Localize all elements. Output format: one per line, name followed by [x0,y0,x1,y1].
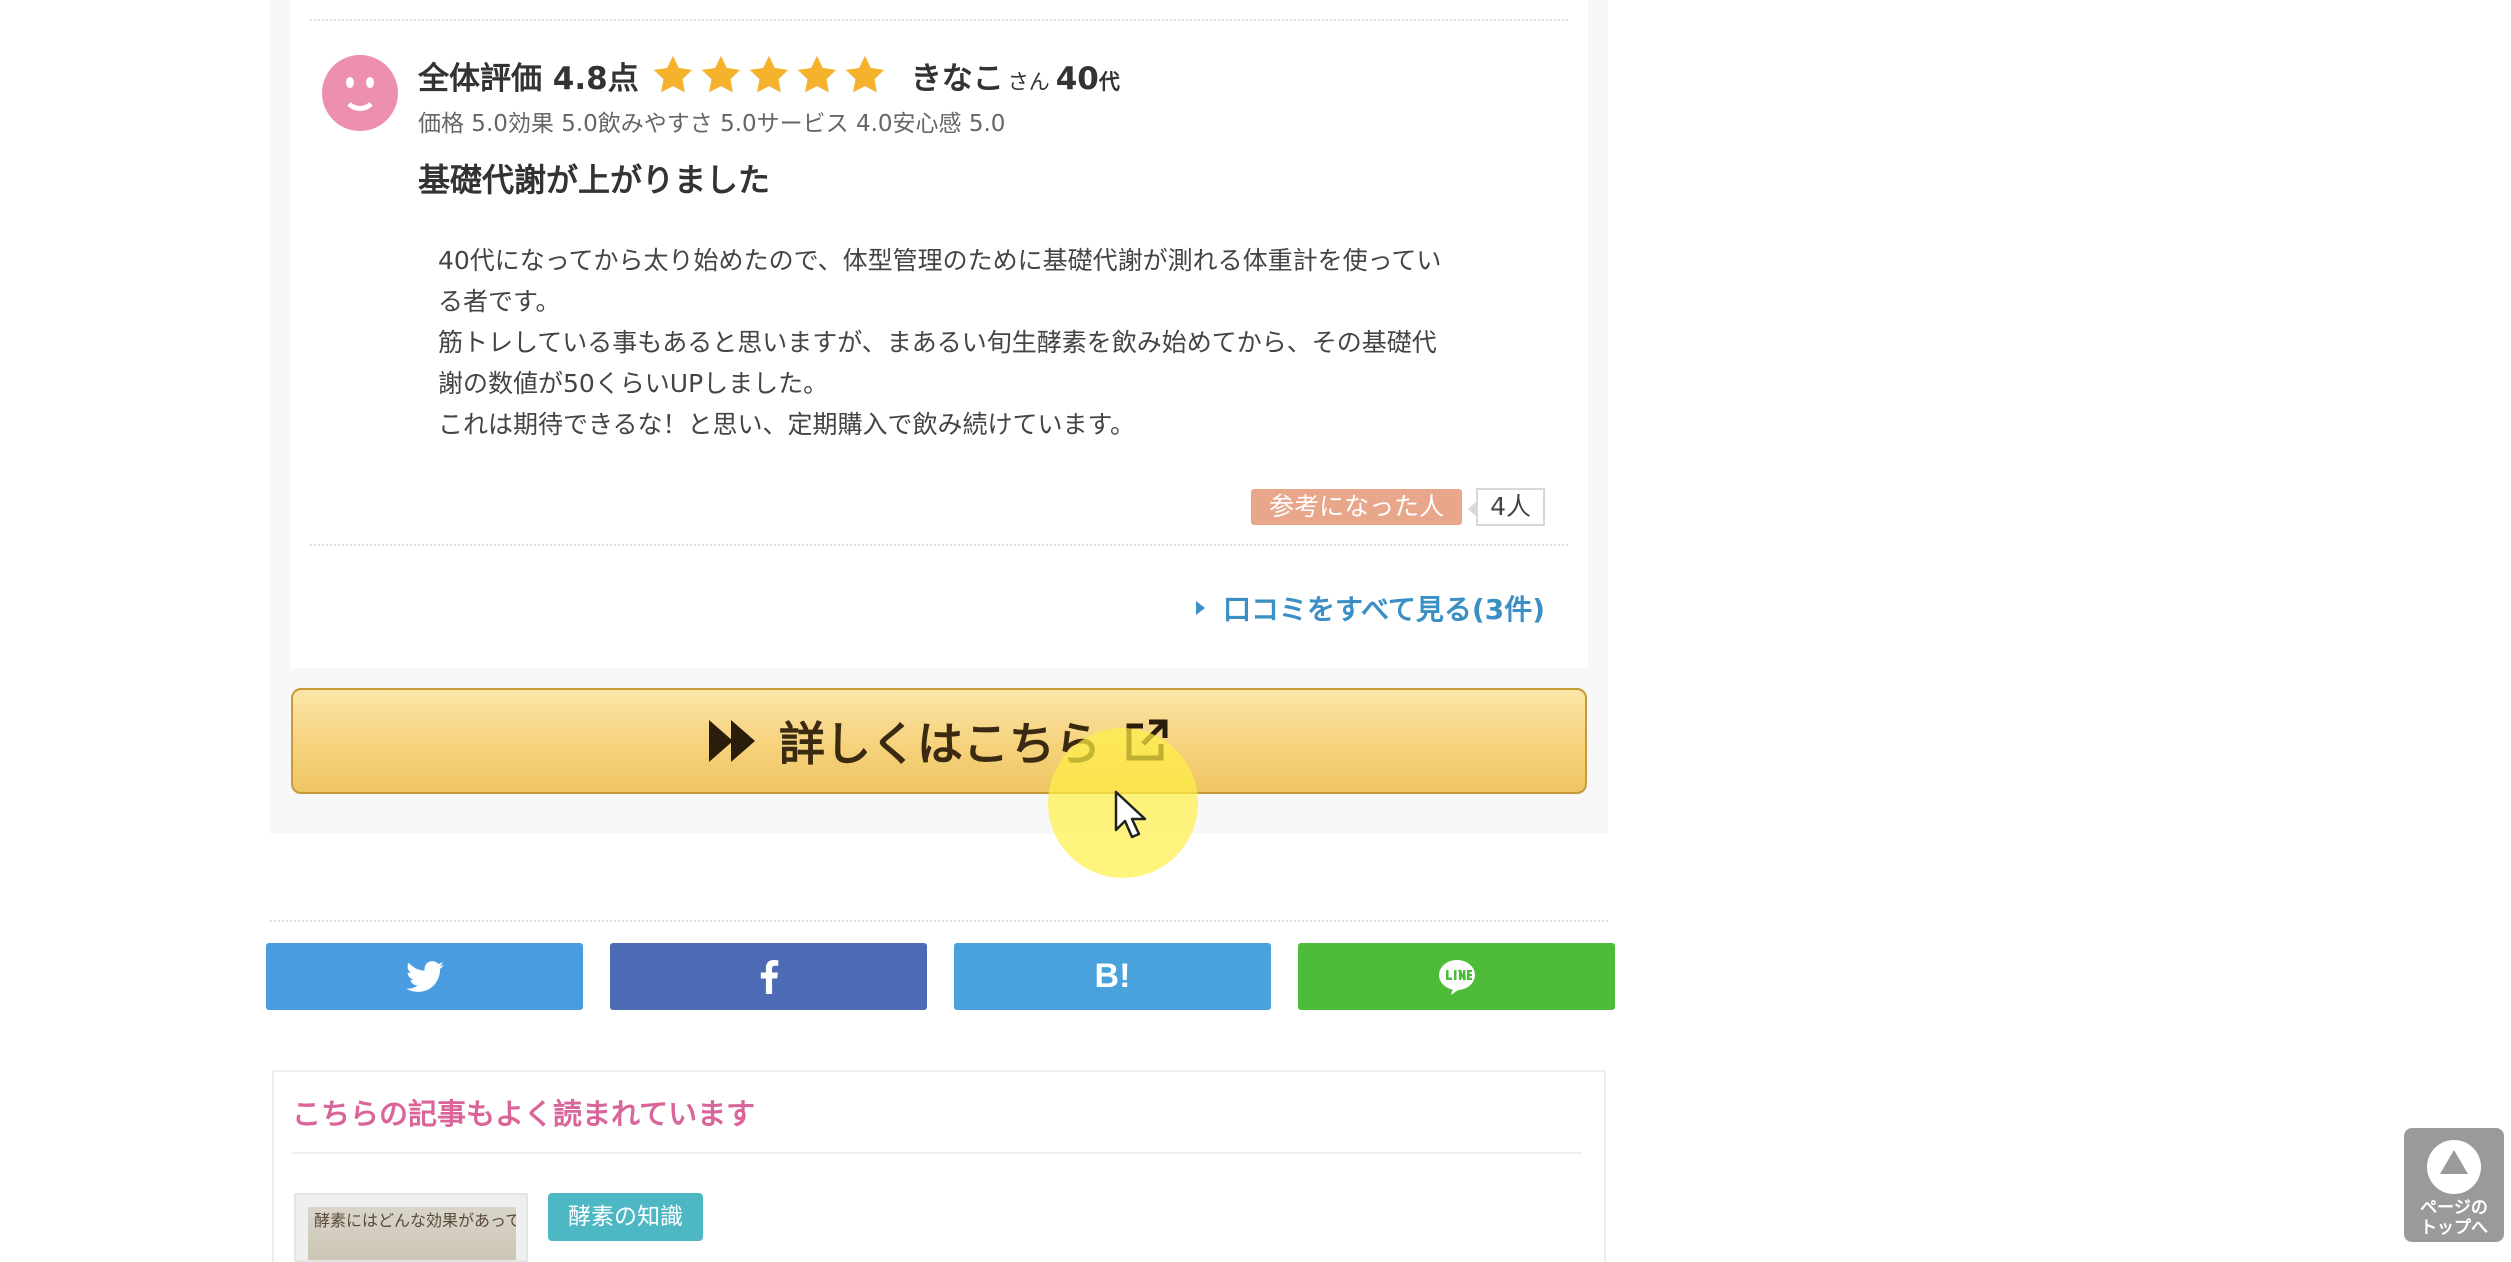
caret-right-icon [1196,601,1205,615]
star-icon [701,55,740,93]
facebook-f-icon [760,959,778,994]
review-body-line: 筋トレしている事もあると思いますが、まあるい旬生酵素を飲み始めてから、その基礎代 [438,328,1437,357]
mouse-pointer-icon [1114,790,1147,839]
divider [270,920,1608,922]
rating-line: 全体評価 4.8点 きなこ さん 40代 [418,50,1120,100]
category-tag[interactable]: 酵素の知識 [548,1193,703,1241]
review-body-line: る者です。 [438,287,561,316]
helpful-count: 4人 [1468,488,1545,526]
divider [292,1152,1582,1154]
review-body-line: 謝の数値が50くらいUPしました。 [438,369,829,398]
review-body: 40代になってから太り始めたので、体型管理のために基礎代謝が測れる体重計を使って… [438,240,1548,445]
sub-scores: 価格 5.0効果 5.0飲みやすさ 5.0サービス 4.0安心感 5.0 [418,111,1006,137]
overall-rating: 全体評価 4.8点 [418,60,639,97]
avatar-mouth [342,89,378,111]
review-body-line: これは期待できるな！と思い、定期購入で飲み続けています。 [438,410,1136,439]
back-to-top-line1: ページの [2420,1198,2488,1218]
reviewer-age-suffix: 代 [1098,69,1120,94]
star-icon [797,55,836,93]
avatar-eye [366,77,374,88]
star-rating [651,53,887,97]
avatar-eye [346,77,354,88]
line-share-button[interactable] [1298,943,1615,1010]
divider [310,19,1568,21]
star-icon [845,55,884,93]
review-title: 基礎代謝が上がりました [418,161,771,199]
reviewer-honorific: さん [1007,69,1050,94]
reviewer-avatar-smiley-icon [322,55,398,131]
back-to-top-label: ページの トップへ [2404,1198,2504,1238]
related-articles-title: こちらの記事もよく読まれています [292,1097,756,1131]
arrow-up-icon [2427,1140,2481,1194]
facebook-share-button[interactable] [610,943,927,1010]
reviewer-name: きなこ [910,60,1004,97]
fast-forward-icon [709,720,755,762]
reviewer-info: きなこ さん 40代 [911,53,1120,98]
hatena-bookmark-share-button[interactable]: B! [954,943,1271,1010]
star-icon [653,55,692,93]
line-bubble-icon [1438,959,1475,995]
divider [310,544,1568,546]
hatena-bookmark-icon: B! [1094,957,1131,995]
reviewer-age: 40 [1055,60,1099,97]
see-all-reviews-link[interactable]: 口コミをすべて見る(3件) [1196,588,1545,628]
share-buttons: B! [266,943,1615,1010]
star-icon [749,55,788,93]
back-to-top-button[interactable]: ページの トップへ [2404,1128,2504,1242]
see-all-reviews-label: 口コミをすべて見る(3件) [1223,593,1545,626]
back-to-top-line2: トップへ [2420,1218,2488,1238]
related-article-thumbnail[interactable]: 酵素にはどんな効果があって体の中でどんな働きをするの？ [294,1193,528,1262]
helpful-counter: 参考になった人 4人 [1251,488,1545,526]
review-body-line: 40代になってから太り始めたので、体型管理のために基礎代謝が測れる体重計を使って… [438,246,1442,275]
cta-label: 詳しくはこちら [779,717,1101,771]
twitter-share-button[interactable] [266,943,583,1010]
details-cta-button[interactable]: 詳しくはこちら [291,688,1587,794]
twitter-bird-icon [405,960,444,992]
helpful-button[interactable]: 参考になった人 [1251,489,1463,525]
thumbnail-image: 酵素にはどんな効果があって体の中でどんな働きをするの？ [308,1207,516,1260]
